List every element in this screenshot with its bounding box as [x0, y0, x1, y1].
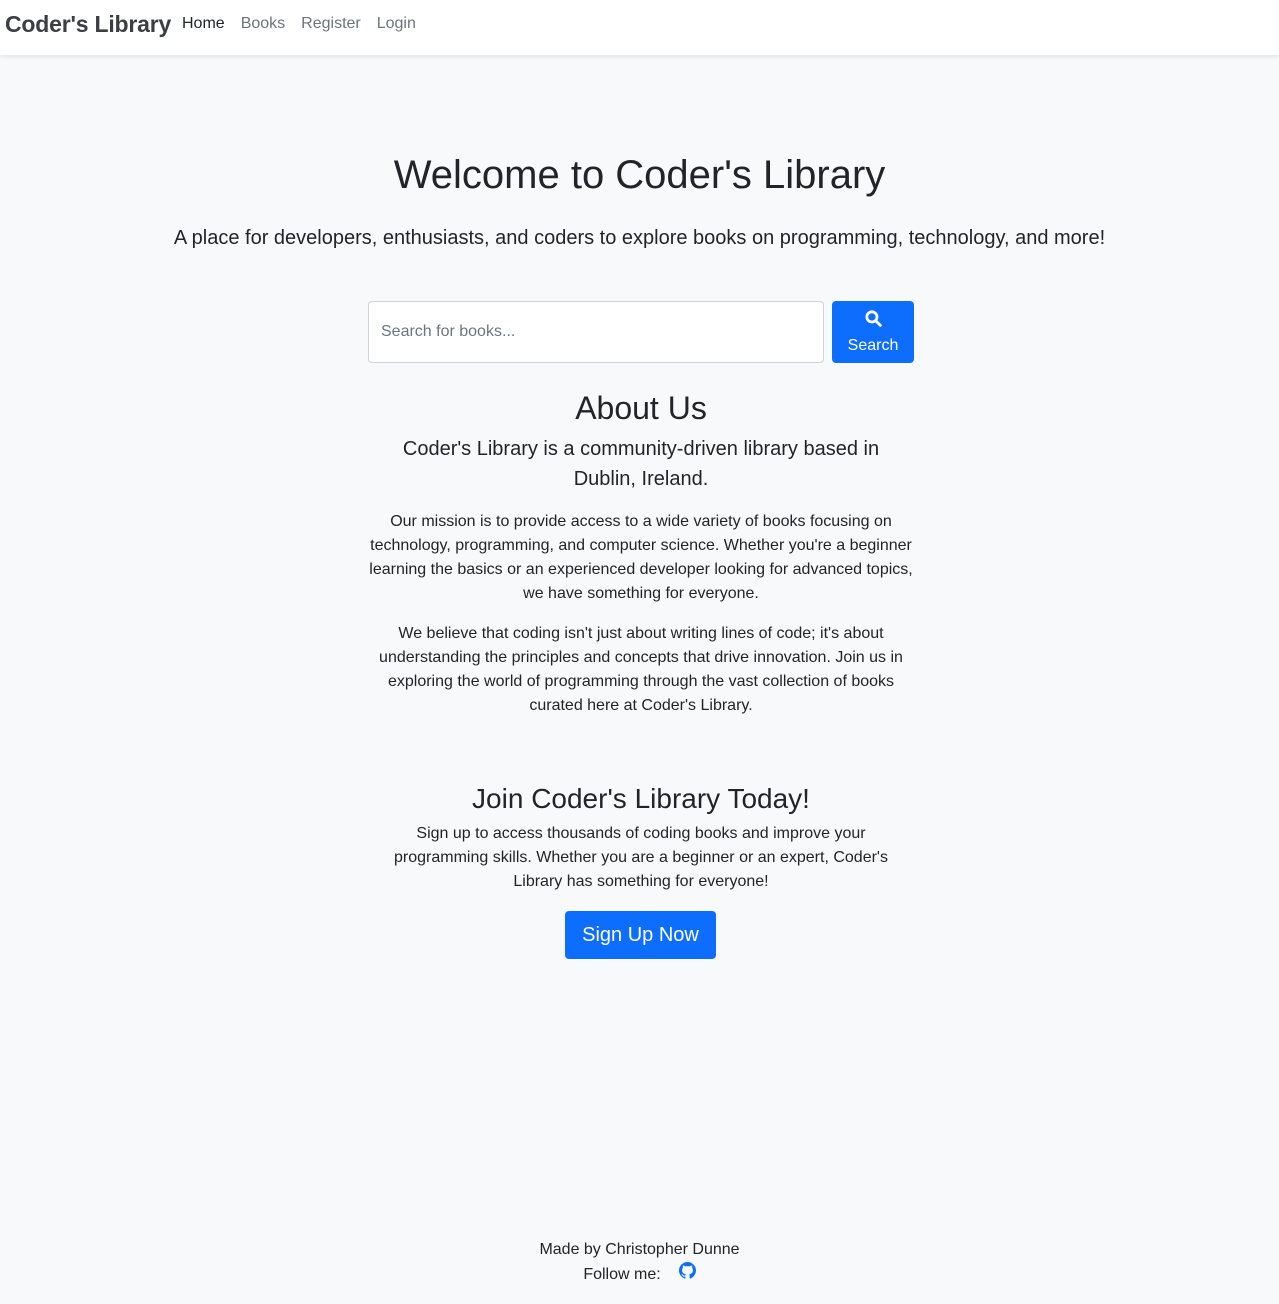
about-heading: About Us	[575, 390, 707, 426]
page-title: Welcome to Coder's Library	[393, 153, 886, 197]
join-text: Sign up to access thousands of coding bo…	[394, 825, 888, 890]
footer-credit: Made by Christopher Dunne	[539, 1241, 740, 1258]
nav-link-books[interactable]: Books	[241, 15, 285, 33]
sign-up-button[interactable]: Sign Up Now	[565, 911, 716, 959]
search-icon	[864, 309, 882, 337]
about-section: About Us Coder's Library is a community-…	[368, 386, 914, 718]
follow-label: Follow me:	[583, 1265, 661, 1283]
navbar: Coder's Library Home Books Register Logi…	[0, 0, 1279, 55]
about-paragraph-belief: We believe that coding isn't just about …	[379, 625, 903, 714]
join-heading: Join Coder's Library Today!	[472, 783, 810, 814]
nav-link-login[interactable]: Login	[377, 15, 416, 33]
hero-lead: A place for developers, enthusiasts, and…	[173, 227, 1106, 249]
github-link[interactable]	[678, 1262, 696, 1287]
footer: Made by Christopher Dunne Follow me:	[0, 1238, 1279, 1287]
join-section: Join Coder's Library Today! Sign up to a…	[368, 780, 914, 894]
github-icon	[678, 1262, 696, 1287]
footer-follow-row: Follow me:	[0, 1262, 1279, 1287]
search-input[interactable]	[368, 301, 824, 363]
about-lead: Coder's Library is a community-driven li…	[402, 438, 880, 490]
about-paragraph-mission: Our mission is to provide access to a wi…	[369, 513, 913, 602]
nav-link-register[interactable]: Register	[301, 15, 361, 33]
nav-link-home[interactable]: Home	[182, 15, 225, 33]
search-button[interactable]: Search	[832, 301, 914, 363]
nav-links: Home Books Register Login	[182, 15, 432, 33]
brand-link[interactable]: Coder's Library	[5, 11, 171, 38]
search-button-label: Search	[847, 336, 899, 354]
